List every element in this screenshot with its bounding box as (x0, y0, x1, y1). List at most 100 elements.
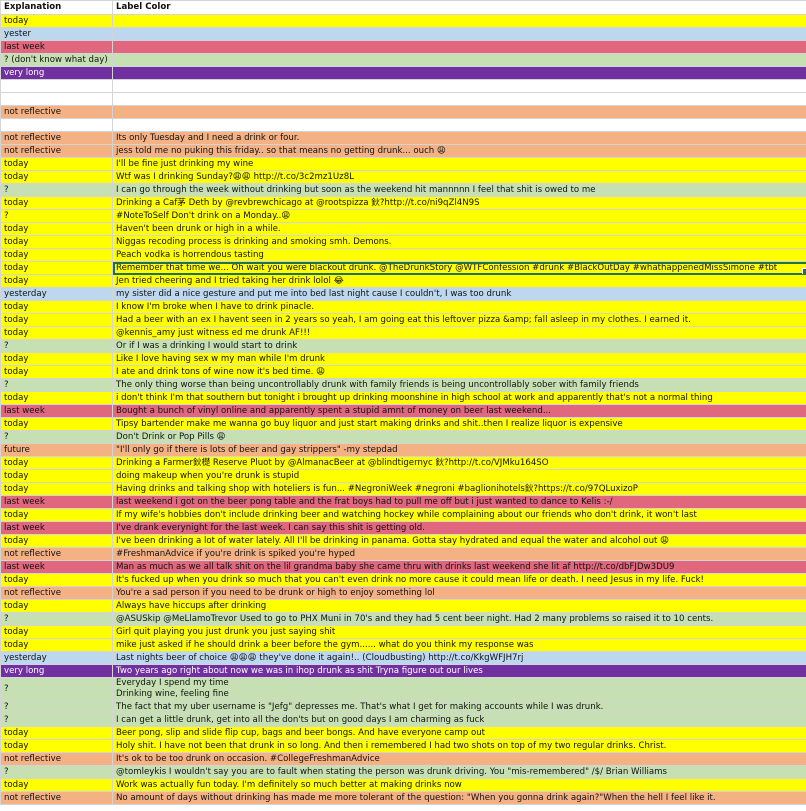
explanation-cell[interactable]: today (0, 248, 113, 262)
tweet-cell[interactable]: "I'll only go if there is lots of beer a… (112, 443, 806, 457)
explanation-cell[interactable]: today (0, 352, 113, 366)
tweet-cell[interactable]: I'll be fine just drinking my wine (112, 157, 806, 171)
tweet-cell[interactable] (112, 53, 806, 67)
explanation-cell[interactable]: today (0, 469, 113, 483)
explanation-cell[interactable]: today (0, 14, 113, 28)
explanation-cell[interactable]: not reflective (0, 791, 113, 805)
explanation-cell[interactable]: today (0, 313, 113, 327)
tweet-cell[interactable]: I can get a little drunk, get into all t… (112, 713, 806, 727)
tweet-cell[interactable] (112, 14, 806, 28)
tweet-cell[interactable]: Man as much as we all talk shit on the l… (112, 560, 806, 574)
explanation-cell[interactable]: today (0, 261, 113, 275)
explanation-cell[interactable] (0, 118, 113, 132)
explanation-cell[interactable]: yesterday (0, 287, 113, 301)
explanation-cell[interactable]: today (0, 638, 113, 652)
tweet-cell[interactable]: Holy shit. I have not been that drunk in… (112, 739, 806, 753)
explanation-cell[interactable]: ? (0, 430, 113, 444)
tweet-cell[interactable] (112, 40, 806, 54)
explanation-cell[interactable]: today (0, 456, 113, 470)
tweet-cell[interactable]: @ASUSkip @MeLlamoTrevor Used to go to PH… (112, 612, 806, 626)
explanation-cell[interactable]: ? (0, 700, 113, 714)
explanation-cell[interactable]: last week (0, 560, 113, 574)
tweet-cell[interactable]: doing makeup when you're drunk is stupid (112, 469, 806, 483)
explanation-cell[interactable]: very long (0, 66, 113, 80)
explanation-cell[interactable]: today (0, 482, 113, 496)
explanation-cell[interactable]: not reflective (0, 752, 113, 766)
tweet-cell[interactable]: Peach vodka is horrendous tasting (112, 248, 806, 262)
tweet-cell[interactable]: my sister did a nice gesture and put me … (112, 287, 806, 301)
tweet-cell[interactable]: Last nights beer of choice 😩😩😩 they've d… (112, 651, 806, 665)
header-explanation-cell[interactable]: Explanation (0, 0, 113, 15)
tweet-cell[interactable]: Work was actually fun today. I'm definit… (112, 778, 806, 792)
explanation-cell[interactable]: ? (0, 765, 113, 779)
explanation-cell[interactable]: not reflective (0, 547, 113, 561)
explanation-cell[interactable]: future (0, 443, 113, 457)
explanation-cell[interactable] (0, 92, 113, 106)
explanation-cell[interactable]: not reflective (0, 144, 113, 158)
explanation-cell[interactable]: ? (don't know what day) (0, 53, 113, 67)
explanation-cell[interactable]: today (0, 235, 113, 249)
explanation-cell[interactable]: today (0, 599, 113, 613)
tweet-cell[interactable]: Or if I was a drinking I would start to … (112, 339, 806, 353)
explanation-cell[interactable]: last week (0, 495, 113, 509)
tweet-cell[interactable]: @kennis_amy just witness ed me drunk AF!… (112, 326, 806, 340)
tweet-cell[interactable]: i don't think I'm that southern but toni… (112, 391, 806, 405)
explanation-cell[interactable]: ? (0, 713, 113, 727)
tweet-cell[interactable]: Girl quit playing you just drunk you jus… (112, 625, 806, 639)
tweet-cell[interactable]: Drinking a Farmer鈥檚 Reserve Pluot by @Al… (112, 456, 806, 470)
explanation-cell[interactable]: today (0, 326, 113, 340)
tweet-cell[interactable] (112, 118, 806, 132)
explanation-cell[interactable]: ? (0, 378, 113, 392)
explanation-cell[interactable]: today (0, 417, 113, 431)
explanation-cell[interactable]: today (0, 534, 113, 548)
explanation-cell[interactable]: not reflective (0, 105, 113, 119)
explanation-cell[interactable]: last week (0, 521, 113, 535)
tweet-cell[interactable]: #FreshmanAdvice if you're drink is spike… (112, 547, 806, 561)
tweet-cell[interactable] (112, 92, 806, 106)
tweet-cell[interactable]: Niggas recoding process is drinking and … (112, 235, 806, 249)
explanation-cell[interactable]: today (0, 573, 113, 587)
tweet-cell[interactable]: It's ok to be too drunk on occasion. #Co… (112, 752, 806, 766)
tweet-cell[interactable]: I've drank everynight for the last week.… (112, 521, 806, 535)
tweet-cell[interactable]: last weekend i got on the beer pong tabl… (112, 495, 806, 509)
explanation-cell[interactable]: today (0, 739, 113, 753)
tweet-cell[interactable]: #NoteToSelf Don't drink on a Monday..😩 (112, 209, 806, 223)
explanation-cell[interactable]: very long (0, 664, 113, 678)
tweet-cell[interactable]: mike just asked if he should drink a bee… (112, 638, 806, 652)
header-label-color-cell[interactable]: Label Color (112, 0, 806, 15)
explanation-cell[interactable]: yester (0, 27, 113, 41)
tweet-cell[interactable]: I know I'm broke when I have to drink pi… (112, 300, 806, 314)
selected-tweet-cell[interactable]: Remember that time we... Oh wait you wer… (112, 261, 806, 275)
explanation-cell[interactable]: today (0, 365, 113, 379)
tweet-cell[interactable]: The only thing worse than being uncontro… (112, 378, 806, 392)
explanation-cell[interactable]: ? (0, 677, 113, 701)
explanation-cell[interactable]: today (0, 157, 113, 171)
tweet-cell[interactable]: Jen tried cheering and I tried taking he… (112, 274, 806, 288)
tweet-cell[interactable]: I've been drinking a lot of water lately… (112, 534, 806, 548)
explanation-cell[interactable]: ? (0, 183, 113, 197)
explanation-cell[interactable]: today (0, 625, 113, 639)
explanation-cell[interactable]: last week (0, 404, 113, 418)
explanation-cell[interactable]: last week (0, 40, 113, 54)
explanation-cell[interactable]: today (0, 274, 113, 288)
tweet-cell[interactable]: Having drinks and talking shop with hote… (112, 482, 806, 496)
tweet-cell[interactable]: It's fucked up when you drink so much th… (112, 573, 806, 587)
explanation-cell[interactable]: yesterday (0, 651, 113, 665)
tweet-cell[interactable]: Drinking a Caf茅 Deth by @revbrewchicago … (112, 196, 806, 210)
tweet-cell[interactable]: Had a beer with an ex I havent seen in 2… (112, 313, 806, 327)
explanation-cell[interactable]: ? (0, 612, 113, 626)
tweet-cell[interactable]: @tomleykis I wouldn't say you are to fau… (112, 765, 806, 779)
tweet-cell[interactable]: Like I love having sex w my man while I'… (112, 352, 806, 366)
tweet-cell[interactable]: Bought a bunch of vinyl online and appar… (112, 404, 806, 418)
tweet-cell[interactable]: Beer pong, slip and slide flip cup, bags… (112, 726, 806, 740)
explanation-cell[interactable]: today (0, 170, 113, 184)
explanation-cell[interactable]: ? (0, 209, 113, 223)
tweet-cell[interactable]: No amount of days without drinking has m… (112, 791, 806, 805)
tweet-cell[interactable]: Everyday I spend my time Drinking wine, f… (112, 677, 806, 701)
tweet-cell[interactable]: You're a sad person if you need to be dr… (112, 586, 806, 600)
tweet-cell[interactable]: If my wife's hobbies don't include drink… (112, 508, 806, 522)
explanation-cell[interactable]: not reflective (0, 586, 113, 600)
explanation-cell[interactable]: not reflective (0, 131, 113, 145)
tweet-cell[interactable]: I can go through the week without drinki… (112, 183, 806, 197)
tweet-cell[interactable]: Always have hiccups after drinking (112, 599, 806, 613)
